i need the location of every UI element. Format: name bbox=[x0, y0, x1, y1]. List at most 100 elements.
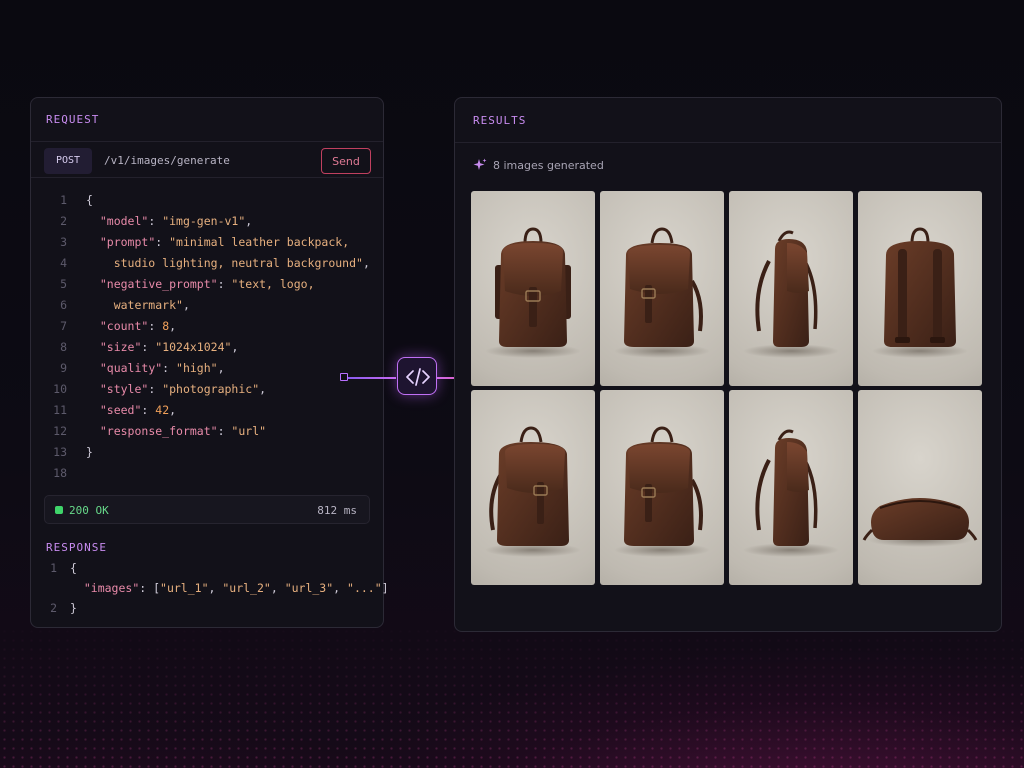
code-text: "quality": "high", bbox=[86, 361, 225, 375]
code-token: "1024x1024" bbox=[155, 340, 232, 354]
backpack-back-icon bbox=[872, 227, 968, 358]
code-text: "style": "photographic", bbox=[86, 382, 266, 396]
code-line: 1{ bbox=[31, 193, 383, 214]
code-text: "count": 8, bbox=[86, 319, 176, 333]
result-image-6[interactable] bbox=[600, 390, 724, 585]
send-button[interactable]: Send bbox=[321, 148, 371, 174]
results-header bbox=[455, 98, 1001, 143]
code-token: , bbox=[217, 361, 225, 375]
backpack-front-icon bbox=[614, 426, 710, 557]
backpack-side-icon bbox=[743, 230, 839, 358]
code-text: "model": "img-gen-v1", bbox=[86, 214, 252, 228]
code-token: , bbox=[270, 581, 285, 595]
code-text: "prompt": "minimal leather backpack, bbox=[86, 235, 349, 249]
code-token: "minimal leather backpack, bbox=[169, 235, 350, 249]
code-text: studio lighting, neutral background", bbox=[86, 256, 370, 270]
code-line: 4 studio lighting, neutral background", bbox=[31, 256, 383, 277]
line-number: 9 bbox=[60, 361, 67, 375]
result-image-4[interactable] bbox=[858, 191, 982, 386]
code-token: "img-gen-v1" bbox=[162, 214, 246, 228]
code-token: , bbox=[259, 382, 267, 396]
code-token: : bbox=[217, 277, 232, 291]
code-token: "style" bbox=[99, 382, 149, 396]
result-image-8[interactable] bbox=[858, 390, 982, 585]
code-token: 42 bbox=[155, 403, 170, 417]
status-bar: 200 OK 812 ms bbox=[44, 495, 370, 524]
code-token: : bbox=[217, 424, 232, 438]
request-url-bar: POST /v1/images/generate Send bbox=[31, 141, 383, 178]
result-image-5[interactable] bbox=[471, 390, 595, 585]
method-badge[interactable]: POST bbox=[44, 148, 92, 174]
code-token: , bbox=[208, 581, 223, 595]
code-text: { bbox=[86, 193, 93, 207]
line-number: 5 bbox=[60, 277, 67, 291]
result-image-2[interactable] bbox=[600, 191, 724, 386]
code-token: { bbox=[70, 561, 77, 575]
code-token: watermark" bbox=[86, 298, 183, 312]
code-line: 2} bbox=[31, 601, 383, 621]
code-token: studio lighting, neutral background" bbox=[86, 256, 363, 270]
code-text: "negative_prompt": "text, logo, bbox=[86, 277, 315, 291]
code-token: "quality" bbox=[99, 361, 163, 375]
image-grid bbox=[471, 191, 983, 585]
backpack-front-icon bbox=[485, 426, 581, 557]
code-token: "response_format" bbox=[99, 424, 218, 438]
status-dot-icon bbox=[55, 506, 63, 514]
code-line: 3 "prompt": "minimal leather backpack, bbox=[31, 235, 383, 256]
backpack-front-icon bbox=[614, 227, 710, 358]
code-line: 13} bbox=[31, 445, 383, 466]
line-number: 2 bbox=[50, 601, 57, 615]
code-line: 6 watermark", bbox=[31, 298, 383, 319]
code-token: } bbox=[86, 445, 93, 459]
line-number: 10 bbox=[53, 382, 67, 396]
code-token: : bbox=[148, 319, 163, 333]
status-text: 200 OK bbox=[69, 504, 109, 517]
line-number: 3 bbox=[60, 235, 67, 249]
result-image-7[interactable] bbox=[729, 390, 853, 585]
code-text: "seed": 42, bbox=[86, 403, 176, 417]
request-code-editor[interactable]: 1{2 "model": "img-gen-v1", 3 "prompt": "m… bbox=[31, 193, 383, 487]
code-token: "url_2" bbox=[222, 581, 271, 595]
code-line: 5 "negative_prompt": "text, logo, bbox=[31, 277, 383, 298]
results-panel: RESULTS 8 images generated bbox=[454, 97, 1002, 632]
code-token: , bbox=[182, 298, 190, 312]
response-code-viewer[interactable]: 1{ "images": ["url_1", "url_2", "url_3",… bbox=[31, 561, 389, 621]
code-token: : bbox=[141, 403, 156, 417]
code-token: "model" bbox=[99, 214, 149, 228]
generated-count-text: 8 images generated bbox=[493, 159, 604, 172]
endpoint-path[interactable]: /v1/images/generate bbox=[104, 154, 230, 167]
result-image-1[interactable] bbox=[471, 191, 595, 386]
code-text: { bbox=[70, 561, 77, 575]
code-token: "prompt" bbox=[99, 235, 156, 249]
code-text: watermark", bbox=[86, 298, 190, 312]
line-number: 1 bbox=[50, 561, 57, 575]
code-token: : [ bbox=[139, 581, 161, 595]
code-token: "images" bbox=[83, 581, 140, 595]
result-image-3[interactable] bbox=[729, 191, 853, 386]
code-token: "seed" bbox=[99, 403, 142, 417]
code-token: , bbox=[169, 319, 177, 333]
code-text: "size": "1024x1024", bbox=[86, 340, 239, 354]
code-token: , bbox=[245, 214, 253, 228]
code-line: 1{ bbox=[31, 561, 383, 581]
code-token: "text, logo, bbox=[231, 277, 315, 291]
line-number: 4 bbox=[60, 256, 67, 270]
code-text: } bbox=[86, 445, 93, 459]
line-number: 6 bbox=[60, 298, 67, 312]
code-text: } bbox=[70, 601, 77, 615]
code-token: "high" bbox=[176, 361, 218, 375]
code-line: 9 "quality": "high", bbox=[31, 361, 383, 382]
code-token: "url_3" bbox=[284, 581, 334, 595]
code-token: } bbox=[70, 601, 77, 615]
connector-line bbox=[348, 376, 396, 379]
code-token: , bbox=[231, 340, 239, 354]
